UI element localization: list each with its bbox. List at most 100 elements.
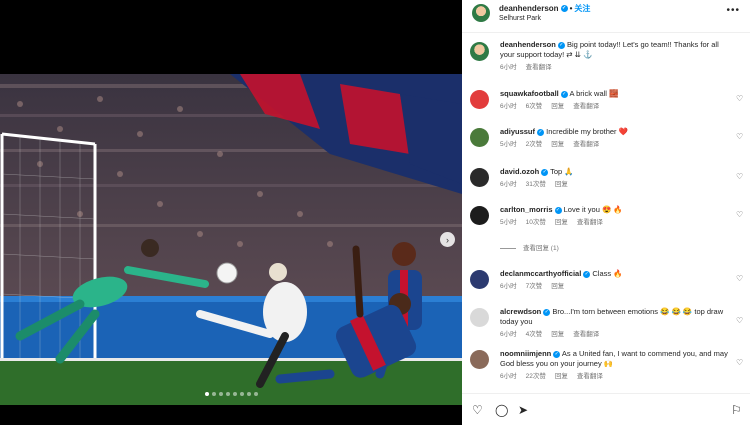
comment-text: Top 🙏	[550, 167, 574, 176]
comment-body: noomniimjenn ✓ As a United fan, I want to…	[500, 349, 735, 382]
caption-avatar[interactable]	[470, 42, 489, 61]
carousel-dot[interactable]	[211, 392, 216, 396]
comment-like-heart-icon[interactable]: ♡	[736, 173, 744, 181]
comment-likes[interactable]: 6次赞	[526, 103, 543, 110]
carousel-dot[interactable]	[204, 392, 209, 396]
verified-badge-icon: ✓	[553, 350, 561, 358]
carousel-dot[interactable]	[218, 392, 223, 396]
comment-body: carlton_morris ✓ Love it you 😍 🔥 5小时 10次赞 回复…	[500, 205, 735, 228]
comment-meta: 6小时 4次赞 回复 查看翻译	[500, 330, 735, 340]
follow-button[interactable]: 关注	[574, 4, 590, 13]
comment-icon[interactable]: ◯	[495, 404, 508, 416]
comment-username[interactable]: carlton_morris	[500, 205, 553, 214]
comment-like-heart-icon[interactable]: ♡	[736, 317, 744, 325]
commenter-avatar[interactable]	[470, 168, 489, 187]
comment-time: 6小时	[500, 331, 517, 338]
verified-badge-icon: ✓	[557, 41, 565, 49]
comment-body: squawkafootball ✓ A brick wall 🧱 6小时 6次赞 回复 查…	[500, 89, 735, 112]
comment-meta: 6小时 7次赞 回复	[500, 282, 735, 292]
view-replies-link[interactable]: 查看回复 (1)	[500, 242, 559, 252]
comment-like-heart-icon[interactable]: ♡	[736, 211, 744, 219]
comment-body: adiyussuf ✓ Incredible my brother ❤️ 5小时 2次…	[500, 127, 735, 150]
post-header: deanhenderson ✓ • 关注 Selhurst Park •••	[462, 0, 750, 33]
comment-meta: 6小时 22次赞 回复 查看翻译	[500, 372, 735, 382]
author-avatar[interactable]	[472, 4, 490, 22]
comment-body: david.ozoh ✓ Top 🙏 6小时 31次赞 回复	[500, 167, 735, 190]
author-username[interactable]: deanhenderson	[499, 4, 559, 13]
comment-username[interactable]: adiyussuf	[500, 127, 535, 136]
commenter-avatar[interactable]	[470, 128, 489, 147]
comment-username[interactable]: declanmccarthyofficial	[500, 269, 581, 278]
translate-link[interactable]: 查看翻译	[577, 373, 603, 380]
comment-like-heart-icon[interactable]: ♡	[736, 359, 744, 367]
comment-time: 6小时	[500, 103, 517, 110]
comment-likes[interactable]: 2次赞	[526, 141, 543, 148]
comment-text: A brick wall 🧱	[569, 89, 619, 98]
reply-button[interactable]: 回复	[551, 283, 564, 290]
more-options-icon[interactable]: •••	[726, 5, 740, 16]
comment-text: Love it you 😍 🔥	[563, 205, 623, 214]
reply-button[interactable]: 回复	[551, 103, 564, 110]
commenter-avatar[interactable]	[470, 206, 489, 225]
carousel-dot[interactable]	[225, 392, 230, 396]
send-icon[interactable]: ➤	[518, 404, 528, 416]
comment-like-heart-icon[interactable]: ♡	[736, 275, 744, 283]
caption-body: deanhenderson ✓ Big point today!! Let's g…	[500, 40, 735, 73]
comment-time: 5小时	[500, 141, 517, 148]
reply-button[interactable]: 回复	[555, 219, 568, 226]
comment-username[interactable]: noomniimjenn	[500, 349, 551, 358]
verified-badge-icon: ✓	[543, 308, 551, 316]
comment-username[interactable]: alcrewdson	[500, 307, 541, 316]
carousel-dot[interactable]	[246, 392, 251, 396]
comment-body: declanmccarthyofficial ✓ Class 🔥 6小时 7次赞 回复	[500, 269, 735, 292]
caption-meta: 6小时 查看翻译	[500, 63, 735, 73]
translate-link[interactable]: 查看翻译	[573, 331, 599, 338]
post-sidebar: deanhenderson ✓ • 关注 Selhurst Park ••• dean…	[462, 0, 750, 425]
comment-likes[interactable]: 7次赞	[526, 283, 543, 290]
reply-button[interactable]: 回复	[551, 141, 564, 148]
post-photo[interactable]	[0, 74, 462, 405]
reply-button[interactable]: 回复	[555, 181, 568, 188]
comment-text: Class 🔥	[592, 269, 623, 278]
comment-time: 5小时	[500, 219, 517, 226]
comment-likes[interactable]: 31次赞	[526, 181, 546, 188]
commenter-avatar[interactable]	[470, 270, 489, 289]
comment-time: 6小时	[500, 283, 517, 290]
comment-username[interactable]: david.ozoh	[500, 167, 539, 176]
comment-body: alcrewdson ✓ Bro...I'm torn between emoti…	[500, 307, 735, 340]
translate-link[interactable]: 查看翻译	[573, 141, 599, 148]
caption-translate-link[interactable]: 查看翻译	[526, 64, 552, 71]
commenter-avatar[interactable]	[470, 90, 489, 109]
commenter-avatar[interactable]	[470, 350, 489, 369]
translate-link[interactable]: 查看翻译	[573, 103, 599, 110]
verified-badge-icon: ✓	[560, 90, 568, 98]
comment-text: Incredible my brother ❤️	[546, 127, 628, 136]
translate-link[interactable]: 查看翻译	[577, 219, 603, 226]
heart-icon[interactable]: ♡	[472, 404, 483, 416]
verified-badge-icon: ✓	[583, 270, 591, 278]
separator-dot: •	[569, 4, 573, 13]
carousel-dot[interactable]	[253, 392, 258, 396]
comment-time: 6小时	[500, 181, 517, 188]
next-slide-button[interactable]: ›	[440, 232, 455, 247]
comment-likes[interactable]: 4次赞	[526, 331, 543, 338]
author-line: deanhenderson ✓ • 关注	[499, 3, 590, 14]
reply-button[interactable]: 回复	[555, 373, 568, 380]
post-location[interactable]: Selhurst Park	[499, 15, 541, 22]
comment-meta: 5小时 10次赞 回复 查看翻译	[500, 218, 735, 228]
post-media: ›	[0, 0, 462, 425]
comments-list[interactable]: deanhenderson ✓ Big point today!! Let's g…	[462, 34, 750, 393]
reply-button[interactable]: 回复	[551, 331, 564, 338]
comment-username[interactable]: squawkafootball	[500, 89, 559, 98]
comment-like-heart-icon[interactable]: ♡	[736, 95, 744, 103]
caption-username[interactable]: deanhenderson	[500, 40, 556, 49]
carousel-dot[interactable]	[239, 392, 244, 396]
verified-badge-icon: ✓	[541, 168, 549, 176]
bookmark-icon[interactable]: ⚐	[731, 404, 742, 416]
carousel-dot[interactable]	[232, 392, 237, 396]
commenter-avatar[interactable]	[470, 308, 489, 327]
comment-time: 6小时	[500, 373, 517, 380]
comment-likes[interactable]: 10次赞	[526, 219, 546, 226]
comment-like-heart-icon[interactable]: ♡	[736, 133, 744, 141]
comment-likes[interactable]: 22次赞	[526, 373, 546, 380]
